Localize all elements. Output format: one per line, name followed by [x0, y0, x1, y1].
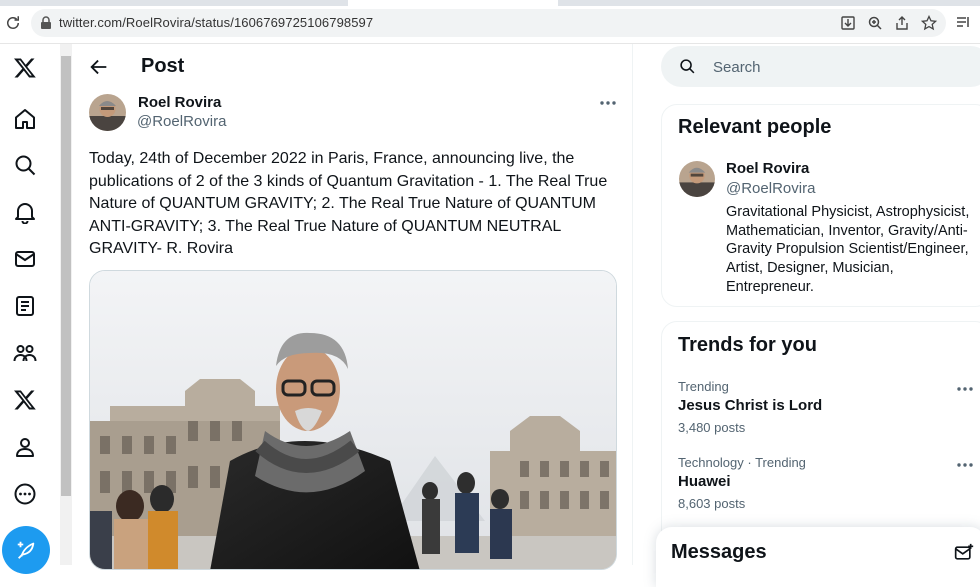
trend-post-count: 3,480 posts [678, 420, 746, 435]
search-box[interactable] [661, 46, 980, 87]
avatar[interactable] [89, 94, 126, 131]
main-column: Post Roel Rovira @RoelRovira Today, 24th… [72, 44, 633, 570]
author-handle[interactable]: @RoelRovira [137, 113, 226, 130]
communities-icon[interactable] [10, 338, 40, 368]
more-options-icon[interactable] [955, 381, 975, 397]
relevant-people-title: Relevant people [678, 116, 832, 138]
trend-meta: Trending [678, 379, 729, 394]
messages-title[interactable]: Messages [671, 541, 767, 564]
back-arrow-icon[interactable] [88, 56, 110, 78]
trends-title: Trends for you [678, 334, 817, 356]
messages-drawer[interactable]: Messages [656, 527, 980, 587]
search-input[interactable] [713, 56, 953, 78]
trend-post-count: 8,603 posts [678, 496, 746, 511]
trend-name[interactable]: Huawei [678, 473, 731, 490]
install-icon[interactable] [840, 15, 856, 31]
trend-name[interactable]: Jesus Christ is Lord [678, 397, 822, 414]
more-options-icon[interactable] [955, 457, 975, 473]
scrollbar-thumb[interactable] [61, 56, 71, 496]
zoom-icon[interactable] [867, 15, 883, 31]
lists-icon[interactable] [10, 291, 40, 321]
share-icon[interactable] [894, 15, 910, 31]
page-scrollbar[interactable] [60, 44, 72, 565]
feather-plus-icon [17, 541, 35, 559]
relevant-person-handle[interactable]: @RoelRovira [726, 180, 815, 197]
reload-icon[interactable] [4, 14, 22, 32]
messages-icon[interactable] [10, 244, 40, 274]
relevant-person-bio: Gravitational Physicist, Astrophysicist,… [726, 204, 970, 295]
tweet-text: Today, 24th of December 2022 in Paris, F… [89, 150, 608, 257]
relevant-person-name[interactable]: Roel Rovira [726, 160, 809, 177]
author-name[interactable]: Roel Rovira [138, 94, 221, 111]
bookmark-star-icon[interactable] [921, 15, 937, 31]
tab-strip [0, 0, 980, 6]
left-navigation [0, 44, 60, 574]
post-button[interactable] [2, 526, 50, 574]
trend-item[interactable]: Technology · Trending Huawei 8,603 posts [678, 455, 978, 515]
lock-icon[interactable] [40, 16, 52, 30]
home-icon[interactable] [10, 104, 40, 134]
relevant-people-card: Relevant people Roel Rovira @RoelRovira … [661, 104, 980, 307]
more-icon[interactable] [10, 479, 40, 509]
url-text[interactable]: twitter.com/RoelRovira/status/1606769725… [59, 15, 373, 30]
x-logo-icon[interactable] [10, 53, 40, 83]
profile-icon[interactable] [10, 432, 40, 462]
tweet-media-photo[interactable] [89, 270, 617, 570]
browser-toolbar: twitter.com/RoelRovira/status/1606769725… [0, 0, 980, 44]
active-tab[interactable] [348, 0, 558, 6]
premium-icon[interactable] [10, 385, 40, 415]
new-message-icon[interactable] [954, 543, 974, 563]
more-options-icon[interactable] [598, 94, 618, 112]
trend-meta: Technology · Trending [678, 455, 806, 470]
trend-item[interactable]: Trending Jesus Christ is Lord 3,480 post… [678, 379, 978, 439]
explore-icon[interactable] [10, 150, 40, 180]
address-bar[interactable]: twitter.com/RoelRovira/status/1606769725… [31, 9, 946, 37]
avatar[interactable] [679, 161, 715, 197]
page-title: Post [141, 55, 185, 77]
reading-list-icon[interactable] [955, 14, 971, 30]
search-icon [680, 59, 695, 74]
notifications-icon[interactable] [10, 197, 40, 227]
